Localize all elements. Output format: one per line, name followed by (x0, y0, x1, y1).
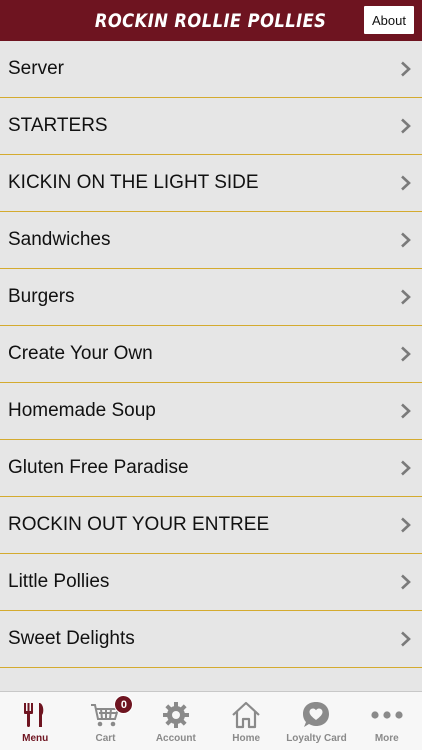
menu-item-label: Little Pollies (8, 571, 110, 592)
tab-home[interactable]: Home (211, 692, 281, 750)
tab-more-label: More (374, 733, 399, 744)
chevron-right-icon (400, 403, 412, 419)
chevron-right-icon (400, 118, 412, 134)
chevron-right-icon (400, 460, 412, 476)
gear-icon (159, 700, 193, 730)
menu-item-partial[interactable] (0, 668, 422, 691)
tab-menu[interactable]: Menu (0, 692, 70, 750)
menu-item-label: Homemade Soup (8, 400, 156, 421)
tab-account-label: Account (155, 733, 196, 744)
tab-menu-label: Menu (22, 733, 49, 744)
tab-more[interactable]: More (352, 692, 422, 750)
menu-category-list: Server STARTERS KICKIN ON THE LIGHT SIDE… (0, 41, 422, 691)
home-icon (229, 700, 263, 730)
menu-item[interactable]: Gluten Free Paradise (0, 440, 422, 497)
menu-item[interactable]: Create Your Own (0, 326, 422, 383)
menu-item-label: ROCKIN OUT YOUR ENTREE (8, 514, 270, 535)
menu-item-label: Sweet Delights (8, 628, 135, 649)
menu-item[interactable]: KICKIN ON THE LIGHT SIDE (0, 155, 422, 212)
tab-loyalty-card[interactable]: Loyalty Card (281, 692, 351, 750)
menu-item-label: Burgers (8, 286, 75, 307)
about-button[interactable]: About (364, 6, 414, 34)
cart-count-badge: 0 (114, 695, 134, 714)
chevron-right-icon (400, 517, 412, 533)
menu-item[interactable]: Burgers (0, 269, 422, 326)
menu-item-label: Server (8, 58, 64, 79)
menu-item[interactable]: Homemade Soup (0, 383, 422, 440)
menu-item-label: KICKIN ON THE LIGHT SIDE (8, 172, 259, 193)
menu-item-label: Sandwiches (8, 229, 111, 250)
menu-item[interactable]: Server (0, 41, 422, 98)
menu-item[interactable]: ROCKIN OUT YOUR ENTREE (0, 497, 422, 554)
heart-badge-icon (299, 700, 333, 730)
app-title: ROCKIN ROLLIE POLLIES (95, 9, 327, 32)
tab-cart-label: Cart (95, 733, 116, 744)
chevron-right-icon (400, 61, 412, 77)
menu-item-label: Gluten Free Paradise (8, 457, 189, 478)
chevron-right-icon (400, 631, 412, 647)
fork-knife-icon (18, 700, 52, 730)
tab-bar: Menu 0 Cart Account Home Loyalty Card Mo… (0, 691, 422, 750)
more-dots-icon (370, 700, 404, 730)
menu-item[interactable]: Sweet Delights (0, 611, 422, 668)
chevron-right-icon (400, 175, 412, 191)
tab-loyalty-card-label: Loyalty Card (286, 733, 347, 744)
chevron-right-icon (400, 574, 412, 590)
chevron-right-icon (400, 232, 412, 248)
tab-cart[interactable]: 0 Cart (70, 692, 140, 750)
menu-item[interactable]: Sandwiches (0, 212, 422, 269)
menu-item[interactable]: Little Pollies (0, 554, 422, 611)
menu-item[interactable]: STARTERS (0, 98, 422, 155)
chevron-right-icon (400, 289, 412, 305)
chevron-right-icon (400, 346, 412, 362)
menu-item-label: STARTERS (8, 115, 108, 136)
tab-account[interactable]: Account (141, 692, 211, 750)
tab-home-label: Home (232, 733, 261, 744)
menu-item-label: Create Your Own (8, 343, 153, 364)
app-header: ROCKIN ROLLIE POLLIES About (0, 0, 422, 41)
